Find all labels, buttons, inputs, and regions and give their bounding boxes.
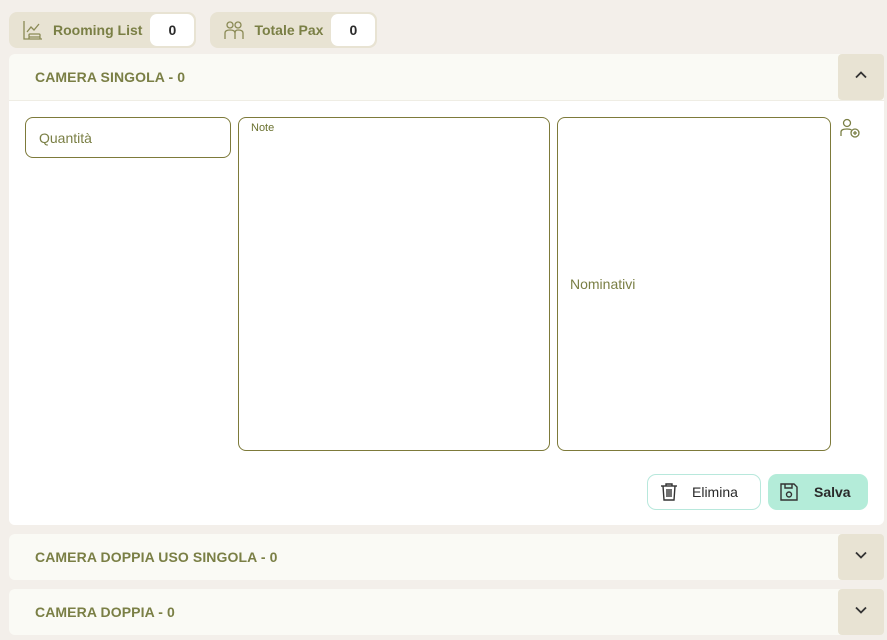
people-icon [222, 18, 246, 42]
bed-chart-icon [21, 18, 45, 42]
section-header[interactable]: CAMERA DOPPIA - 0 [9, 589, 884, 635]
nominativi-placeholder: Nominativi [570, 276, 636, 292]
section-camera-singola: CAMERA SINGOLA - 0 Quantità Note Nominat… [9, 54, 884, 525]
quantity-field[interactable]: Quantità [25, 117, 231, 158]
delete-button[interactable]: Elimina [647, 474, 761, 510]
chevron-up-icon [854, 68, 868, 87]
summary-bar: Rooming List 0 Totale Pax 0 [9, 12, 378, 48]
expand-button[interactable] [838, 534, 884, 580]
section-body: Quantità Note Nominativi Elimina Salva [9, 100, 884, 525]
note-textarea[interactable]: Note [238, 117, 550, 451]
section-header[interactable]: CAMERA SINGOLA - 0 [9, 54, 884, 100]
section-title: CAMERA SINGOLA - 0 [35, 69, 186, 85]
floppy-disk-icon [778, 481, 800, 503]
section-title: CAMERA DOPPIA - 0 [35, 604, 175, 620]
section-title: CAMERA DOPPIA USO SINGOLA - 0 [35, 549, 278, 565]
totale-pax-label: Totale Pax [254, 22, 324, 38]
trash-icon [658, 481, 680, 503]
save-button[interactable]: Salva [768, 474, 868, 510]
rooming-list-chip[interactable]: Rooming List 0 [9, 12, 197, 48]
add-person-icon [839, 117, 861, 144]
section-camera-doppia-uso-singola: CAMERA DOPPIA USO SINGOLA - 0 [9, 534, 884, 580]
expand-button[interactable] [838, 589, 884, 635]
totale-pax-chip[interactable]: Totale Pax 0 [210, 12, 378, 48]
totale-pax-count: 0 [331, 14, 376, 46]
rooming-list-label: Rooming List [53, 22, 143, 38]
add-person-button[interactable] [838, 118, 862, 142]
quantity-placeholder: Quantità [39, 130, 92, 146]
rooming-list-count: 0 [150, 14, 195, 46]
section-camera-doppia: CAMERA DOPPIA - 0 [9, 589, 884, 635]
chevron-down-icon [854, 603, 868, 622]
collapse-button[interactable] [838, 54, 884, 100]
delete-label: Elimina [692, 484, 738, 500]
chevron-down-icon [854, 548, 868, 567]
save-label: Salva [814, 484, 851, 500]
note-label: Note [251, 122, 275, 134]
nominativi-field[interactable]: Nominativi [557, 117, 831, 451]
section-header[interactable]: CAMERA DOPPIA USO SINGOLA - 0 [9, 534, 884, 580]
